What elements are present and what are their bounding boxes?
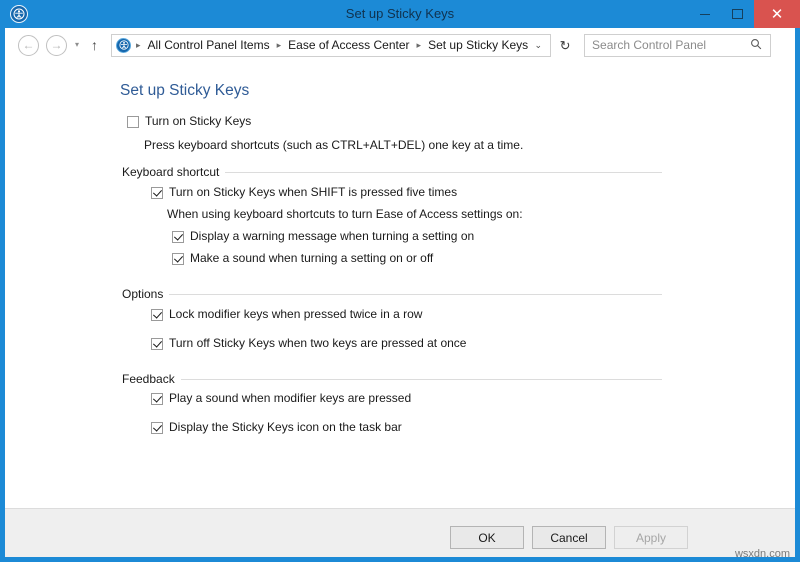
breadcrumb-separator: ▸ <box>276 39 282 50</box>
refresh-button[interactable]: ↻ <box>557 39 573 52</box>
apply-button: Apply <box>614 526 688 549</box>
display-taskbar-icon-label: Display the Sticky Keys icon on the task… <box>169 420 402 434</box>
close-button[interactable]: ✕ <box>754 0 800 28</box>
watermark: wsxdn.com <box>734 548 790 560</box>
up-one-level-button[interactable]: ↑ <box>91 38 98 52</box>
cancel-button[interactable]: Cancel <box>532 526 606 549</box>
maximize-button[interactable] <box>721 0 754 28</box>
forward-button[interactable]: → <box>46 34 67 56</box>
make-sound-toggle-checkbox[interactable] <box>172 253 184 265</box>
group-divider <box>180 378 662 380</box>
forward-arrow-icon: → <box>50 38 63 52</box>
turn-off-two-keys-checkbox[interactable] <box>151 338 163 350</box>
breadcrumb-all-control-panel-items[interactable]: All Control Panel Items <box>146 38 272 52</box>
content-area <box>5 62 795 508</box>
lock-modifier-keys-checkbox[interactable] <box>151 309 163 321</box>
recent-locations-button[interactable]: ▾ <box>75 41 79 49</box>
display-taskbar-icon-row[interactable]: Display the Sticky Keys icon on the task… <box>151 421 402 434</box>
group-keyboard-shortcut: Keyboard shortcut <box>122 165 662 179</box>
back-button[interactable]: ← <box>18 34 39 56</box>
make-sound-toggle-row[interactable]: Make a sound when turning a setting on o… <box>172 252 433 265</box>
play-sound-modifier-keys-checkbox[interactable] <box>151 393 163 405</box>
breadcrumb-set-up-sticky-keys[interactable]: Set up Sticky Keys <box>426 38 530 52</box>
address-bar[interactable]: ▸ All Control Panel Items ▸ Ease of Acce… <box>111 33 552 57</box>
display-warning-message-label: Display a warning message when turning a… <box>190 229 475 243</box>
make-sound-toggle-label: Make a sound when turning a setting on o… <box>190 251 434 265</box>
back-arrow-icon: ← <box>22 38 35 52</box>
minimize-icon <box>699 13 710 15</box>
breadcrumb-ease-of-access-center[interactable]: Ease of Access Center <box>286 38 411 52</box>
title-bar[interactable]: Set up Sticky Keys ✕ <box>0 0 800 28</box>
search-input[interactable]: Search Control Panel <box>585 38 706 52</box>
display-warning-message-row[interactable]: Display a warning message when turning a… <box>172 230 474 243</box>
play-sound-modifier-keys-row[interactable]: Play a sound when modifier keys are pres… <box>151 392 411 405</box>
search-box[interactable]: Search Control Panel <box>584 33 772 57</box>
minimize-button[interactable] <box>688 0 721 28</box>
chevron-down-icon[interactable]: ⌄ <box>534 40 550 50</box>
address-ease-of-access-icon <box>116 37 132 53</box>
turn-on-sticky-keys-row[interactable]: Turn on Sticky Keys <box>127 115 251 128</box>
footer-bar: OK Cancel Apply <box>5 508 795 557</box>
keyboard-shortcut-subtext: When using keyboard shortcuts to turn Ea… <box>167 207 523 221</box>
close-icon: ✕ <box>770 5 784 23</box>
breadcrumb-separator: ▸ <box>136 39 141 50</box>
ok-button[interactable]: OK <box>450 526 524 549</box>
window-title: Set up Sticky Keys <box>345 6 455 21</box>
breadcrumb-separator: ▸ <box>416 39 422 50</box>
lock-modifier-keys-label: Lock modifier keys when pressed twice in… <box>169 307 423 321</box>
group-title-options: Options <box>122 287 164 301</box>
turn-off-two-keys-row[interactable]: Turn off Sticky Keys when two keys are p… <box>151 337 466 350</box>
display-taskbar-icon-checkbox[interactable] <box>151 422 163 434</box>
turn-on-sticky-keys-checkbox[interactable] <box>127 116 139 128</box>
sticky-keys-shift-shortcut-checkbox[interactable] <box>151 187 163 199</box>
sticky-keys-shift-shortcut-row[interactable]: Turn on Sticky Keys when SHIFT is presse… <box>151 186 457 199</box>
window-controls: ✕ <box>688 0 800 28</box>
page-title: Set up Sticky Keys <box>120 82 250 99</box>
maximize-icon <box>732 9 743 19</box>
turn-off-two-keys-label: Turn off Sticky Keys when two keys are p… <box>169 336 467 350</box>
search-icon <box>750 38 770 52</box>
group-title-keyboard-shortcut: Keyboard shortcut <box>122 165 220 179</box>
lock-modifier-keys-row[interactable]: Lock modifier keys when pressed twice in… <box>151 308 422 321</box>
group-title-feedback: Feedback <box>122 372 175 386</box>
turn-on-sticky-keys-label: Turn on Sticky Keys <box>145 114 252 128</box>
master-description: Press keyboard shortcuts (such as CTRL+A… <box>144 138 524 152</box>
navigation-bar: ← → ▾ ↑ ▸ All Control Panel Items ▸ Ease… <box>5 28 795 62</box>
play-sound-modifier-keys-label: Play a sound when modifier keys are pres… <box>169 391 412 405</box>
group-divider <box>225 171 662 173</box>
sticky-keys-window: Set up Sticky Keys ✕ ← → ▾ ↑ ▸ All Contr… <box>0 0 800 562</box>
group-divider <box>169 293 662 295</box>
group-feedback: Feedback <box>122 372 662 386</box>
display-warning-message-checkbox[interactable] <box>172 231 184 243</box>
sticky-keys-shift-shortcut-label: Turn on Sticky Keys when SHIFT is presse… <box>169 185 458 199</box>
group-options: Options <box>122 287 662 301</box>
